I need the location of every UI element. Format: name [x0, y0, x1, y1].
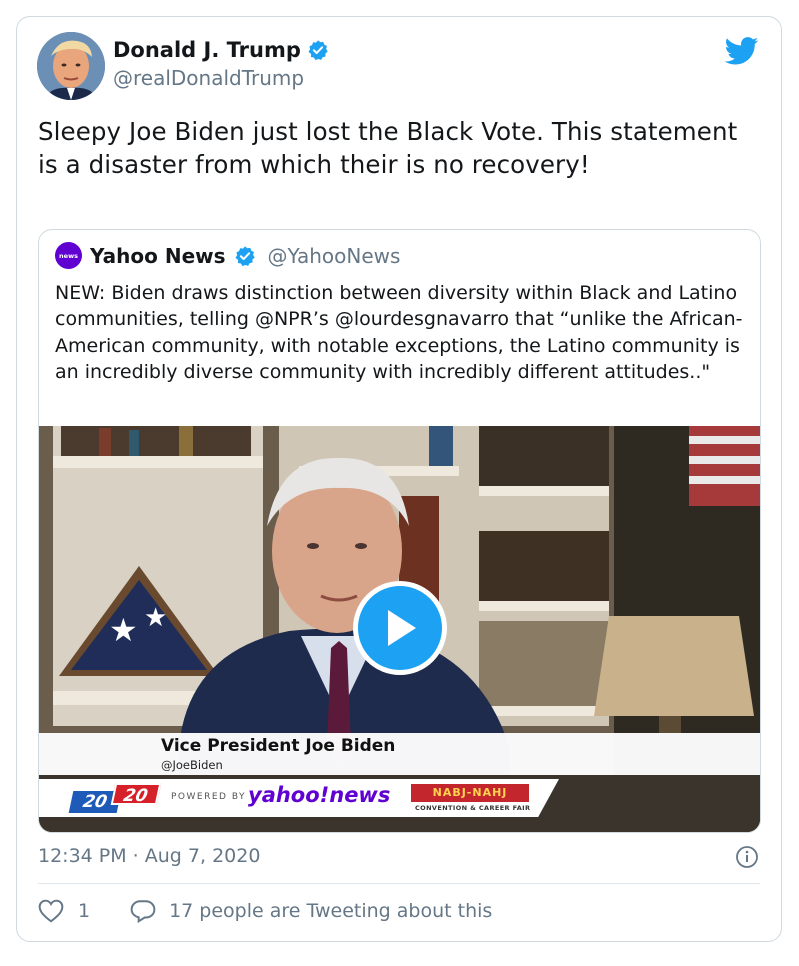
like-button[interactable]: 1 [38, 899, 90, 923]
quoted-tweet[interactable]: news Yahoo News @YahooNews NEW: Biden dr… [38, 229, 761, 833]
video-banner: 20 20 POWERED BY yahoo!news NABJ-NAHJ CO… [39, 779, 559, 817]
tweet-actions: 1 17 people are Tweeting about this [38, 899, 492, 923]
footer-divider [38, 883, 760, 884]
author-handle[interactable]: @realDonaldTrump [113, 66, 329, 90]
conversation-text: 17 people are Tweeting about this [169, 900, 493, 922]
conversation-link[interactable]: 17 people are Tweeting about this [130, 899, 492, 923]
yahoo-news-avatar[interactable]: news [55, 242, 82, 269]
reply-bubble-icon [130, 900, 156, 923]
powered-by-label: POWERED BY [171, 792, 247, 802]
nabj-subtitle: CONVENTION & CAREER FAIR [415, 804, 531, 812]
author-info: Donald J. Trump @realDonaldTrump [113, 37, 329, 90]
twitter-bird-icon[interactable] [725, 37, 759, 65]
tweet-timestamp[interactable]: 12:34 PM · Aug 7, 2020 [38, 845, 260, 867]
play-icon [388, 610, 416, 646]
author-avatar[interactable] [37, 32, 105, 100]
author-name[interactable]: Donald J. Trump [113, 37, 301, 63]
video-player[interactable]: ★ ★ Vice President Joe Biden @JoeBiden 2… [39, 426, 760, 832]
nabj-nahj-logo: NABJ-NAHJ [411, 784, 529, 802]
author-name-row[interactable]: Donald J. Trump [113, 37, 329, 63]
avatar-photo [37, 32, 105, 100]
quoted-author-name[interactable]: Yahoo News [90, 244, 226, 268]
play-button[interactable] [353, 581, 447, 675]
quoted-author-handle[interactable]: @YahooNews [268, 244, 401, 268]
heart-icon [38, 899, 64, 923]
svg-text:★: ★ [109, 611, 138, 649]
quoted-text: NEW: Biden draws distinction between div… [55, 282, 743, 383]
verified-badge-icon [308, 40, 328, 61]
video-lower-third: Vice President Joe Biden @JoeBiden [39, 733, 760, 775]
lower-third-handle: @JoeBiden [161, 758, 223, 772]
lower-third-name: Vice President Joe Biden [161, 736, 396, 756]
tweet-text: Sleepy Joe Biden just lost the Black Vot… [38, 117, 738, 179]
info-icon[interactable] [735, 845, 759, 869]
tweet-card: Donald J. Trump @realDonaldTrump Sleepy … [16, 16, 782, 942]
like-count: 1 [78, 900, 91, 922]
quoted-header: news Yahoo News @YahooNews [55, 242, 400, 269]
svg-text:★: ★ [144, 603, 167, 633]
yahoo-news-logo: yahoo!news [248, 783, 391, 807]
verified-badge-icon [234, 245, 255, 266]
logo-2020-right: 20 [110, 783, 162, 806]
